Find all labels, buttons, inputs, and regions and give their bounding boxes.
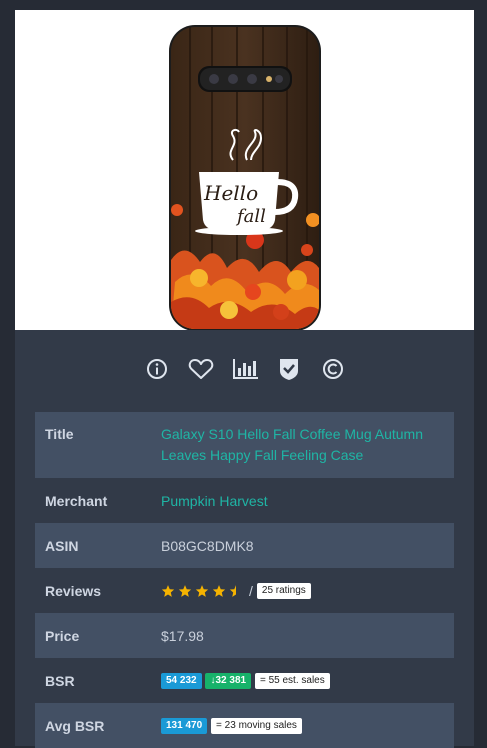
star-icon <box>195 585 209 597</box>
product-details-table: Title Galaxy S10 Hello Fall Coffee Mug A… <box>35 412 454 748</box>
avg-bsr-value-group: 131 470 = 23 moving sales <box>161 717 454 735</box>
merchant-row: Merchant Pumpkin Harvest <box>35 478 454 523</box>
star-rating <box>161 584 243 598</box>
price-row: Price $17.98 <box>35 613 454 658</box>
title-label: Title <box>45 426 74 442</box>
price-value: $17.98 <box>161 627 204 644</box>
asin-row: ASIN B08GC8DMK8 <box>35 523 454 568</box>
title-row: Title Galaxy S10 Hello Fall Coffee Mug A… <box>35 412 454 478</box>
half-star-icon <box>229 585 236 597</box>
action-icons <box>15 352 474 386</box>
bsr-change-value: 32 381 <box>215 675 247 687</box>
reviews-separator: / <box>249 583 253 600</box>
info-icon[interactable] <box>143 355 171 383</box>
bsr-sales-badge: = 55 est. sales <box>254 673 330 690</box>
heart-icon[interactable] <box>187 355 215 383</box>
avg-bsr-label: Avg BSR <box>45 717 105 734</box>
star-icon <box>212 585 226 597</box>
asin-label: ASIN <box>45 537 79 554</box>
title-link[interactable]: Galaxy S10 Hello Fall Coffee Mug Autumn … <box>161 424 454 466</box>
chart-icon[interactable] <box>231 355 259 383</box>
product-image[interactable]: Hello fall <box>15 10 474 330</box>
reviews-value: /25 ratings <box>161 582 454 600</box>
asin-value: B08GC8DMK8 <box>161 537 254 554</box>
price-label: Price <box>45 627 80 644</box>
ratings-count-badge: 25 ratings <box>256 583 311 600</box>
reviews-row: Reviews /25 ratings <box>35 568 454 613</box>
bsr-label: BSR <box>45 672 75 689</box>
mug-text-fall: fall <box>235 206 266 227</box>
bsr-badge: 54 232 <box>161 673 202 690</box>
bsr-value-group: 54 232 ↓32 381 = 55 est. sales <box>161 672 454 690</box>
mug-text-hello: Hello <box>203 181 258 205</box>
avg-bsr-sales-badge: = 23 moving sales <box>211 718 302 735</box>
star-icon <box>161 585 175 597</box>
bsr-row: BSR 54 232 ↓32 381 = 55 est. sales <box>35 658 454 703</box>
merchant-link[interactable]: Pumpkin Harvest <box>161 493 454 509</box>
copyright-icon[interactable] <box>319 355 347 383</box>
star-icon <box>178 585 192 597</box>
bsr-change-badge: ↓32 381 <box>205 673 252 690</box>
product-card: Hello fall Title Galaxy S10 Hello Fall C… <box>15 10 474 748</box>
merchant-label: Merchant <box>45 492 108 509</box>
reviews-label: Reviews <box>45 582 102 599</box>
avg-bsr-row: Avg BSR 131 470 = 23 moving sales <box>35 703 454 748</box>
shield-check-icon[interactable] <box>275 355 303 383</box>
avg-bsr-badge: 131 470 <box>161 718 208 735</box>
